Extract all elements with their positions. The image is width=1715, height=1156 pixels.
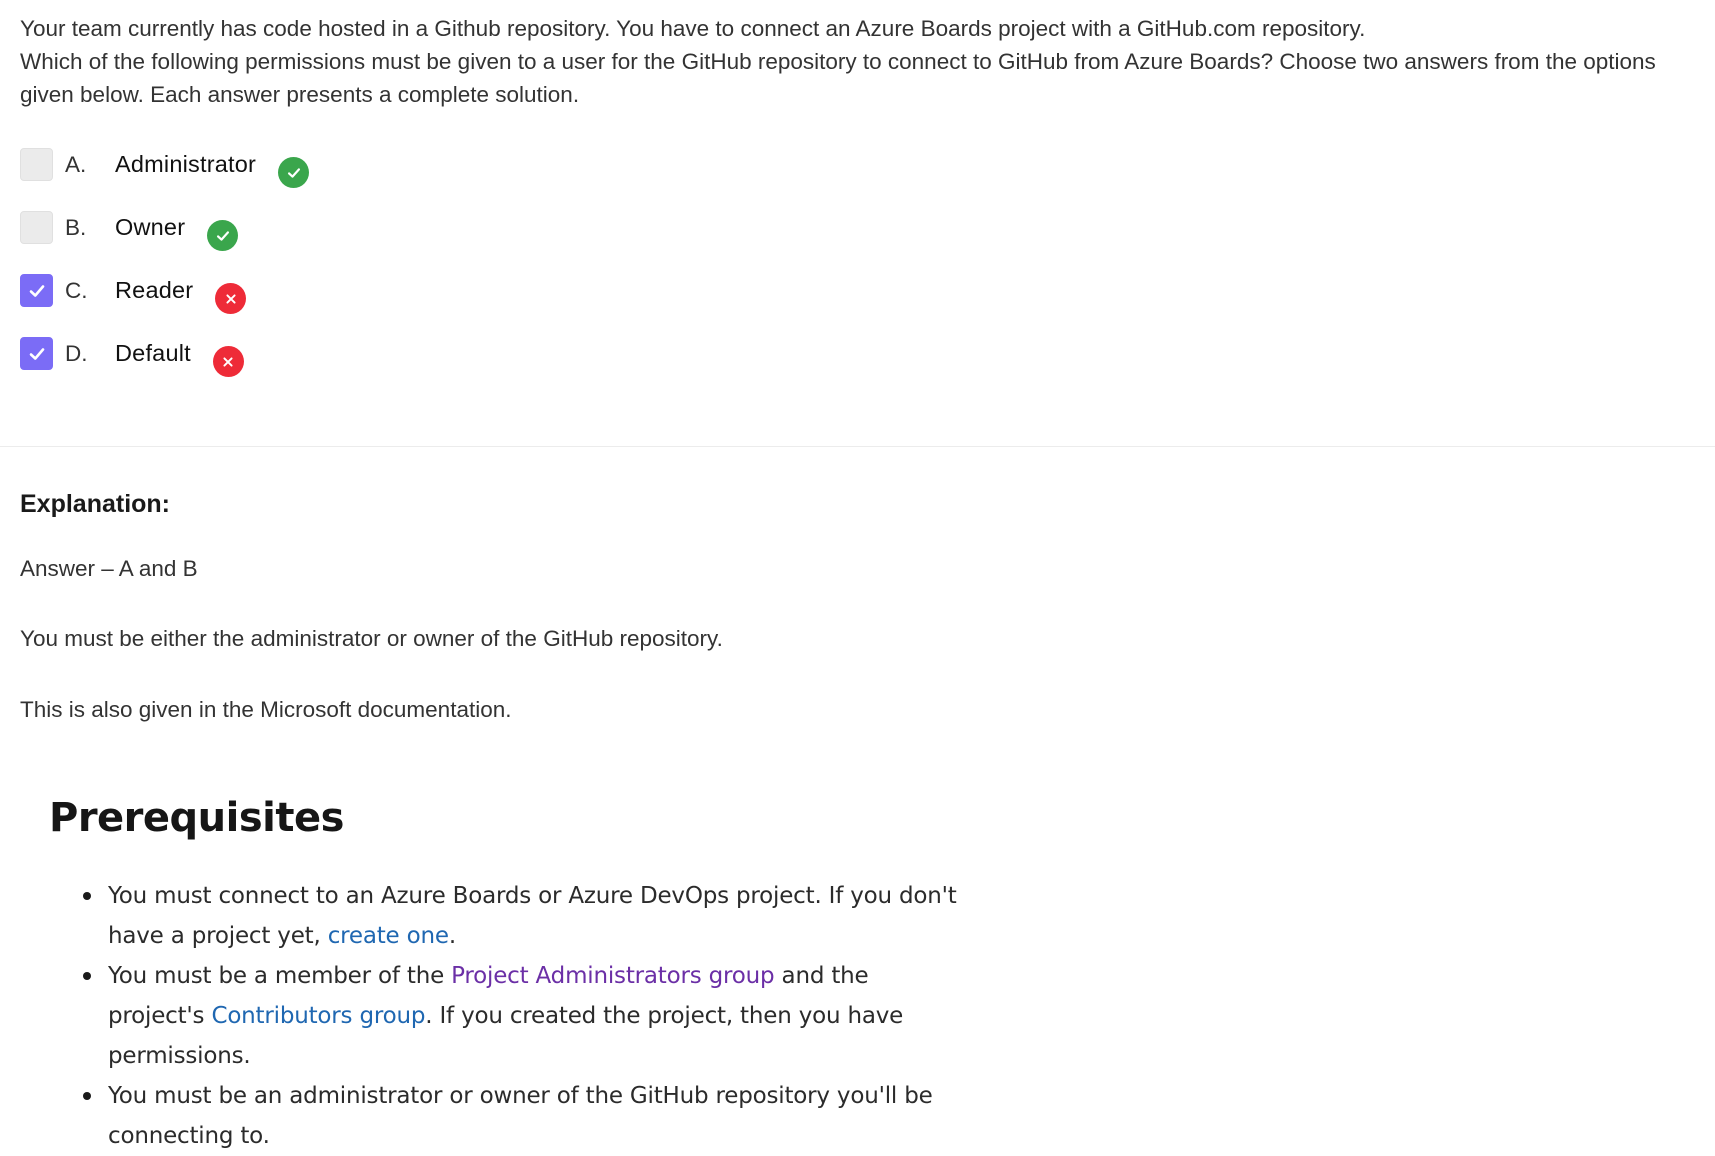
explanation-source-note: This is also given in the Microsoft docu… <box>20 697 512 722</box>
x-circle-icon <box>212 346 244 377</box>
option-c-checkbox[interactable] <box>20 274 53 307</box>
project-administrators-group-link[interactable]: Project Administrators group <box>451 963 774 989</box>
option-b[interactable]: B. Owner <box>20 211 309 274</box>
documentation-excerpt: Prerequisites You must connect to an Azu… <box>49 790 969 1156</box>
option-a[interactable]: A. Administrator <box>20 148 310 211</box>
x-circle-icon <box>215 283 247 314</box>
option-b-label: Owner <box>115 214 186 240</box>
option-d[interactable]: D. Default <box>20 337 309 400</box>
list-item: You must be an administrator or owner of… <box>83 1076 969 1156</box>
option-c-label: Reader <box>115 277 194 303</box>
question-line-1: Your team currently has code hosted in a… <box>20 16 1366 41</box>
option-d-label: Default <box>115 340 191 366</box>
check-circle-icon <box>278 157 310 188</box>
bullet-icon <box>83 1092 91 1100</box>
question-text: Your team currently has code hosted in a… <box>20 12 1710 111</box>
option-d-checkbox[interactable] <box>20 337 53 370</box>
option-a-checkbox[interactable] <box>20 148 53 181</box>
list-item: You must be a member of the Project Admi… <box>83 956 969 1076</box>
bullet-icon <box>83 972 91 980</box>
prerequisites-list: You must connect to an Azure Boards or A… <box>49 876 969 1156</box>
explanation-answer: Answer – A and B <box>20 556 198 581</box>
option-b-letter: B. <box>65 215 87 240</box>
list-item: You must connect to an Azure Boards or A… <box>83 876 969 956</box>
option-c[interactable]: C. Reader <box>20 274 309 337</box>
explanation-heading: Explanation: <box>20 490 171 518</box>
section-divider <box>0 446 1715 447</box>
check-icon <box>29 347 44 360</box>
option-a-letter: A. <box>65 152 87 177</box>
option-b-checkbox[interactable] <box>20 211 53 244</box>
explanation-detail: You must be either the administrator or … <box>20 626 723 651</box>
option-c-letter: C. <box>65 278 88 303</box>
check-circle-icon <box>207 220 239 251</box>
answer-options: A. Administrator B. Owner C. Reader D. D… <box>20 148 310 400</box>
option-a-label: Administrator <box>115 151 257 177</box>
question-line-2: Which of the following permissions must … <box>20 49 1656 107</box>
check-icon <box>29 284 44 297</box>
prerequisites-heading: Prerequisites <box>49 795 344 841</box>
option-d-letter: D. <box>65 341 88 366</box>
contributors-group-link[interactable]: Contributors group <box>211 1003 425 1029</box>
bullet-icon <box>83 892 91 900</box>
create-one-link[interactable]: create one <box>328 923 449 949</box>
